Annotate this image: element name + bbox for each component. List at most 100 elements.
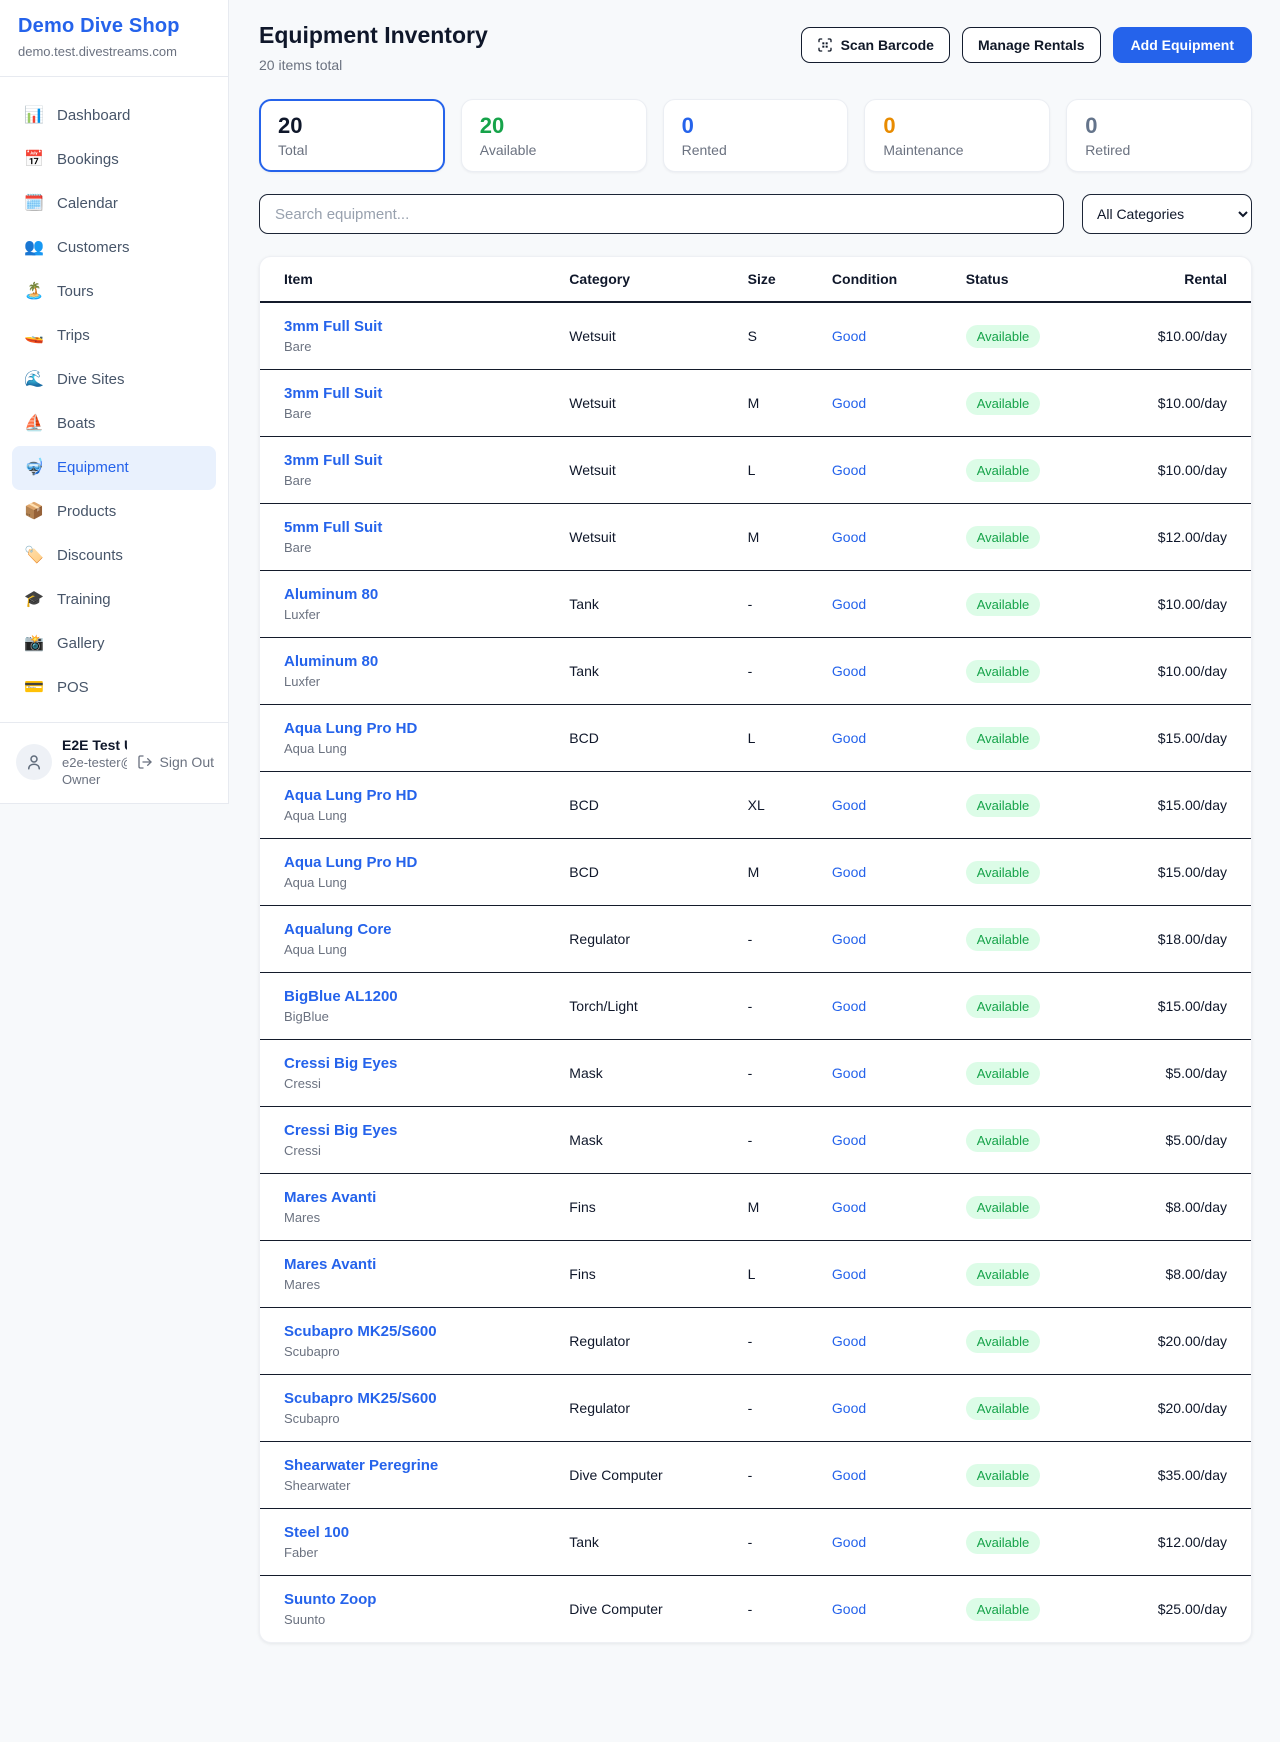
category-cell: Fins <box>557 1174 735 1241</box>
sidebar-item-discounts[interactable]: 🏷️Discounts <box>12 534 216 578</box>
item-link[interactable]: Aqua Lung Pro HD <box>284 854 417 871</box>
condition-link[interactable]: Good <box>832 395 866 411</box>
stat-card-total[interactable]: 20Total <box>259 99 445 172</box>
item-link[interactable]: Aluminum 80 <box>284 653 378 670</box>
condition-link[interactable]: Good <box>832 864 866 880</box>
condition-link[interactable]: Good <box>832 1601 866 1617</box>
condition-link[interactable]: Good <box>832 1065 866 1081</box>
tours-icon: 🏝️ <box>24 284 44 300</box>
item-cell: 3mm Full Suit Bare <box>260 370 557 437</box>
manage-rentals-button[interactable]: Manage Rentals <box>962 27 1101 63</box>
sidebar-item-pos[interactable]: 💳POS <box>12 666 216 710</box>
sidebar-item-calendar[interactable]: 🗓️Calendar <box>12 182 216 226</box>
item-cell: Aqua Lung Pro HDAqua Lung <box>260 839 557 906</box>
condition-cell: Good <box>820 504 954 571</box>
stat-value: 0 <box>682 113 830 139</box>
sidebar-item-trips[interactable]: 🚤Trips <box>12 314 216 358</box>
status-cell: Available <box>954 705 1113 772</box>
condition-link[interactable]: Good <box>832 1132 866 1148</box>
sidebar-item-dashboard[interactable]: 📊Dashboard <box>12 94 216 138</box>
status-badge: Available <box>966 1263 1041 1286</box>
brand-name[interactable]: Demo Dive Shop <box>18 15 210 38</box>
item-link[interactable]: Steel 100 <box>284 1524 349 1541</box>
item-link[interactable]: Aqualung Core <box>284 921 392 938</box>
condition-link[interactable]: Good <box>832 1467 866 1483</box>
condition-cell: Good <box>820 772 954 839</box>
sign-out-button[interactable]: Sign Out <box>137 754 214 770</box>
condition-link[interactable]: Good <box>832 931 866 947</box>
item-link[interactable]: Cressi Big Eyes <box>284 1055 397 1072</box>
item-link[interactable]: Scubapro MK25/S600 <box>284 1323 437 1340</box>
column-header-size: Size <box>736 257 820 302</box>
search-input[interactable] <box>259 194 1064 234</box>
condition-link[interactable]: Good <box>832 998 866 1014</box>
item-link[interactable]: Aluminum 80 <box>284 586 378 603</box>
status-cell: Available <box>954 906 1113 973</box>
item-link[interactable]: 3mm Full Suit <box>284 385 382 402</box>
item-cell: Shearwater PeregrineShearwater <box>260 1442 557 1509</box>
stat-card-available[interactable]: 20Available <box>461 99 647 172</box>
item-link[interactable]: 5mm Full Suit <box>284 519 382 536</box>
condition-link[interactable]: Good <box>832 328 866 344</box>
stat-label: Maintenance <box>883 142 1031 158</box>
item-brand: Scubapro <box>284 1411 545 1426</box>
condition-link[interactable]: Good <box>832 596 866 612</box>
table-row: BigBlue AL1200BigBlueTorch/Light-GoodAva… <box>260 973 1251 1040</box>
item-link[interactable]: Cressi Big Eyes <box>284 1122 397 1139</box>
stat-card-rented[interactable]: 0 Rented <box>663 99 849 172</box>
table-row: 5mm Full SuitBareWetsuitMGoodAvailable$1… <box>260 504 1251 571</box>
sidebar-item-tours[interactable]: 🏝️Tours <box>12 270 216 314</box>
item-link[interactable]: 3mm Full Suit <box>284 452 382 469</box>
table-row: Aqualung CoreAqua LungRegulator-GoodAvai… <box>260 906 1251 973</box>
sidebar-item-bookings[interactable]: 📅Bookings <box>12 138 216 182</box>
condition-cell: Good <box>820 1107 954 1174</box>
sidebar-item-label: Equipment <box>57 456 129 480</box>
sidebar-item-gallery[interactable]: 📸Gallery <box>12 622 216 666</box>
item-link[interactable]: Suunto Zoop <box>284 1591 376 1608</box>
category-filter[interactable]: All Categories <box>1082 194 1252 234</box>
item-link[interactable]: 3mm Full Suit <box>284 318 382 335</box>
sidebar-item-dive-sites[interactable]: 🌊Dive Sites <box>12 358 216 402</box>
status-cell: Available <box>954 370 1113 437</box>
user-role: Owner <box>62 772 127 787</box>
category-cell: Tank <box>557 1509 735 1576</box>
sidebar: Demo Dive Shop demo.test.divestreams.com… <box>0 0 229 804</box>
add-equipment-button[interactable]: Add Equipment <box>1113 27 1252 63</box>
condition-link[interactable]: Good <box>832 462 866 478</box>
condition-link[interactable]: Good <box>832 1266 866 1282</box>
sidebar-item-customers[interactable]: 👥Customers <box>12 226 216 270</box>
sidebar-item-boats[interactable]: ⛵Boats <box>12 402 216 446</box>
item-cell: Aqua Lung Pro HDAqua Lung <box>260 705 557 772</box>
condition-link[interactable]: Good <box>832 1333 866 1349</box>
stat-card-maintenance[interactable]: 0Maintenance <box>864 99 1050 172</box>
item-link[interactable]: BigBlue AL1200 <box>284 988 398 1005</box>
stat-value: 20 <box>480 113 628 139</box>
status-cell: Available <box>954 504 1113 571</box>
item-brand: Bare <box>284 406 545 421</box>
page-header: Equipment Inventory 20 items total Scan … <box>259 22 1252 73</box>
rental-cell: $20.00/day <box>1112 1308 1251 1375</box>
item-link[interactable]: Shearwater Peregrine <box>284 1457 438 1474</box>
stat-card-retired[interactable]: 0Retired <box>1066 99 1252 172</box>
condition-link[interactable]: Good <box>832 797 866 813</box>
condition-link[interactable]: Good <box>832 663 866 679</box>
item-link[interactable]: Scubapro MK25/S600 <box>284 1390 437 1407</box>
sidebar-item-equipment[interactable]: 🤿Equipment <box>12 446 216 490</box>
table-row: Steel 100FaberTank-GoodAvailable$12.00/d… <box>260 1509 1251 1576</box>
scan-barcode-button[interactable]: Scan Barcode <box>801 27 950 63</box>
item-link[interactable]: Aqua Lung Pro HD <box>284 787 417 804</box>
condition-link[interactable]: Good <box>832 1534 866 1550</box>
sidebar-item-products[interactable]: 📦Products <box>12 490 216 534</box>
condition-link[interactable]: Good <box>832 730 866 746</box>
status-cell: Available <box>954 571 1113 638</box>
item-link[interactable]: Mares Avanti <box>284 1256 376 1273</box>
item-link[interactable]: Aqua Lung Pro HD <box>284 720 417 737</box>
item-link[interactable]: Mares Avanti <box>284 1189 376 1206</box>
condition-link[interactable]: Good <box>832 529 866 545</box>
condition-link[interactable]: Good <box>832 1400 866 1416</box>
rental-cell: $10.00/day <box>1112 370 1251 437</box>
sidebar-item-training[interactable]: 🎓Training <box>12 578 216 622</box>
stat-label: Rented <box>682 142 830 158</box>
sidebar-item-label: Training <box>57 588 111 612</box>
condition-link[interactable]: Good <box>832 1199 866 1215</box>
